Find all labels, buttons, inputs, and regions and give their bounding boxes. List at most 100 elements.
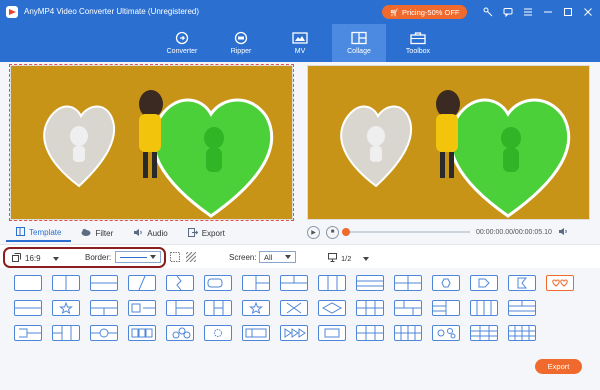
template-item[interactable] [318,275,346,291]
template-item[interactable] [204,325,232,341]
template-item[interactable] [204,275,232,291]
template-item[interactable] [204,300,232,316]
nav-ripper[interactable]: Ripper [214,24,268,62]
template-icon [16,226,25,238]
stop-button[interactable]: ■ [326,225,339,239]
template-item[interactable] [242,275,270,291]
template-item[interactable] [128,325,156,341]
template-grid [14,270,590,345]
tab-template[interactable]: Template [6,224,72,242]
collage-edit-preview[interactable] [9,64,294,221]
template-item[interactable] [470,275,498,291]
template-item[interactable] [318,325,346,341]
play-button[interactable]: ▶ [307,225,320,239]
template-item[interactable] [356,275,384,291]
pricing-label: Pricing-50% OFF [402,7,460,17]
nav-label: Ripper [230,48,252,55]
minimize-icon[interactable] [541,5,554,18]
template-item[interactable] [318,300,346,316]
timecode: 00:00:00.00/00:00:05.10 [476,228,552,236]
key-icon[interactable] [481,5,494,18]
close-icon[interactable] [581,5,594,18]
nav-mv[interactable]: MV [273,24,327,62]
nav-collage[interactable]: Collage [332,24,386,62]
template-item[interactable] [166,325,194,341]
chat-icon[interactable] [501,5,514,18]
nav-toolbox[interactable]: Toolbox [391,24,445,62]
aspect-ratio-select[interactable]: 16:9 [12,253,59,264]
template-item[interactable] [128,300,156,316]
nav-label: Collage [347,48,371,55]
screen-value: All [264,252,273,262]
app-title: AnyMP4 Video Converter Ultimate (Unregis… [24,7,200,16]
template-item[interactable] [52,300,80,316]
template-item[interactable] [52,275,80,291]
collage-output-preview [307,65,590,220]
nav-label: Converter [166,48,198,55]
aspect-ratio-value: 16:9 [25,254,41,263]
template-item[interactable] [14,275,42,291]
template-item[interactable] [280,275,308,291]
template-item[interactable] [52,325,80,341]
template-item[interactable] [356,325,384,341]
template-item[interactable] [242,325,270,341]
template-options-bar: 16:9 Border: Screen: All 1/2 [0,244,600,268]
nav-label: Toolbox [405,48,431,55]
template-item[interactable] [356,300,384,316]
template-item[interactable] [280,325,308,341]
template-item[interactable] [394,275,422,291]
template-item[interactable] [14,300,42,316]
template-item[interactable] [508,275,536,291]
border-grid-icon[interactable] [170,252,180,262]
template-item[interactable] [280,300,308,316]
nav-converter[interactable]: Converter [155,24,209,62]
template-item-selected[interactable] [546,275,574,291]
progress-knob[interactable] [342,228,350,236]
template-item[interactable] [394,325,422,341]
progress-track[interactable] [342,228,470,236]
template-item[interactable] [508,300,536,316]
export-button[interactable]: Export [535,359,582,374]
tab-filter[interactable]: Filter [71,224,123,242]
main-nav: Converter Ripper MV Collage Toolbox [0,24,600,62]
template-item[interactable] [432,325,460,341]
maximize-icon[interactable] [561,5,574,18]
collage-icon [351,31,367,45]
chevron-down-icon [52,256,59,261]
page-indicator: 1/2 [341,254,352,263]
template-item[interactable] [470,300,498,316]
template-item[interactable] [90,325,118,341]
template-item[interactable] [470,325,498,341]
border-pattern-icon[interactable] [185,251,197,263]
volume-icon[interactable] [558,227,568,238]
border-style-select[interactable] [115,251,161,263]
template-item[interactable] [394,300,422,316]
template-item[interactable] [166,300,194,316]
audio-icon [133,228,143,239]
filter-icon [81,228,91,238]
template-item[interactable] [90,275,118,291]
tab-label: Template [29,227,62,237]
cart-icon: 🛒︎ [389,7,399,17]
template-item[interactable] [128,275,156,291]
template-item[interactable] [242,300,270,316]
template-item[interactable] [432,275,460,291]
border-line-preview [120,256,147,258]
template-page-select[interactable]: 1/2 [328,253,370,264]
template-item[interactable] [432,300,460,316]
export-icon [187,227,198,239]
template-item[interactable] [166,275,194,291]
tab-audio[interactable]: Audio [123,224,177,242]
tab-export[interactable]: Export [178,224,235,242]
pricing-button[interactable]: 🛒︎ Pricing-50% OFF [382,5,467,19]
template-item[interactable] [508,325,536,341]
template-item[interactable] [90,300,118,316]
menu-icon[interactable] [521,5,534,18]
template-item[interactable] [14,325,42,341]
border-label: Border: [85,253,112,262]
preview-player: ▶ ■ 00:00:00.00/00:00:05.10 [307,224,590,240]
chevron-down-icon [363,256,370,261]
chevron-down-icon [285,255,291,259]
monitor-icon [328,253,337,264]
screen-select[interactable]: All [259,251,296,263]
